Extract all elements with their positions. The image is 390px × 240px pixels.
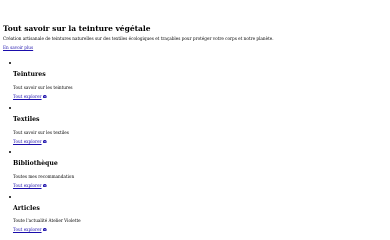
arrow-right-circle-icon	[43, 183, 47, 188]
card-description: Tout savoir sur les textiles	[13, 130, 69, 135]
list-bullet	[9, 196, 11, 198]
arrow-right-circle-icon	[43, 227, 47, 232]
card-explore-link[interactable]: Tout explorer	[13, 139, 47, 144]
card-title: Textiles	[13, 116, 40, 123]
card-link-label: Tout explorer	[13, 183, 42, 188]
arrow-right-circle-icon	[43, 94, 47, 99]
learn-more-link[interactable]: En savoir plus	[3, 45, 33, 50]
card-description: Toutes mes recommandation	[13, 174, 75, 179]
card-explore-link[interactable]: Tout explorer	[13, 94, 47, 99]
page-intro: Création artisanale de teintures naturel…	[3, 36, 274, 41]
card-description: Toute l'actualité Atelier Violette	[13, 218, 81, 223]
card-link-label: Tout explorer	[13, 139, 42, 144]
card-explore-link[interactable]: Tout explorer	[13, 183, 47, 188]
card-explore-link[interactable]: Tout explorer	[13, 227, 47, 232]
card-title: Teintures	[13, 71, 46, 78]
list-bullet	[9, 107, 11, 109]
arrow-right-circle-icon	[43, 139, 47, 144]
page-title: Tout savoir sur la teinture végétale	[3, 24, 151, 33]
list-bullet	[9, 151, 11, 153]
card-title: Bibliothèque	[13, 160, 58, 167]
card-link-label: Tout explorer	[13, 94, 42, 99]
card-title: Articles	[13, 205, 40, 212]
card-link-label: Tout explorer	[13, 227, 42, 232]
card-description: Tout savoir sur les teintures	[13, 85, 73, 90]
list-bullet	[9, 62, 11, 64]
